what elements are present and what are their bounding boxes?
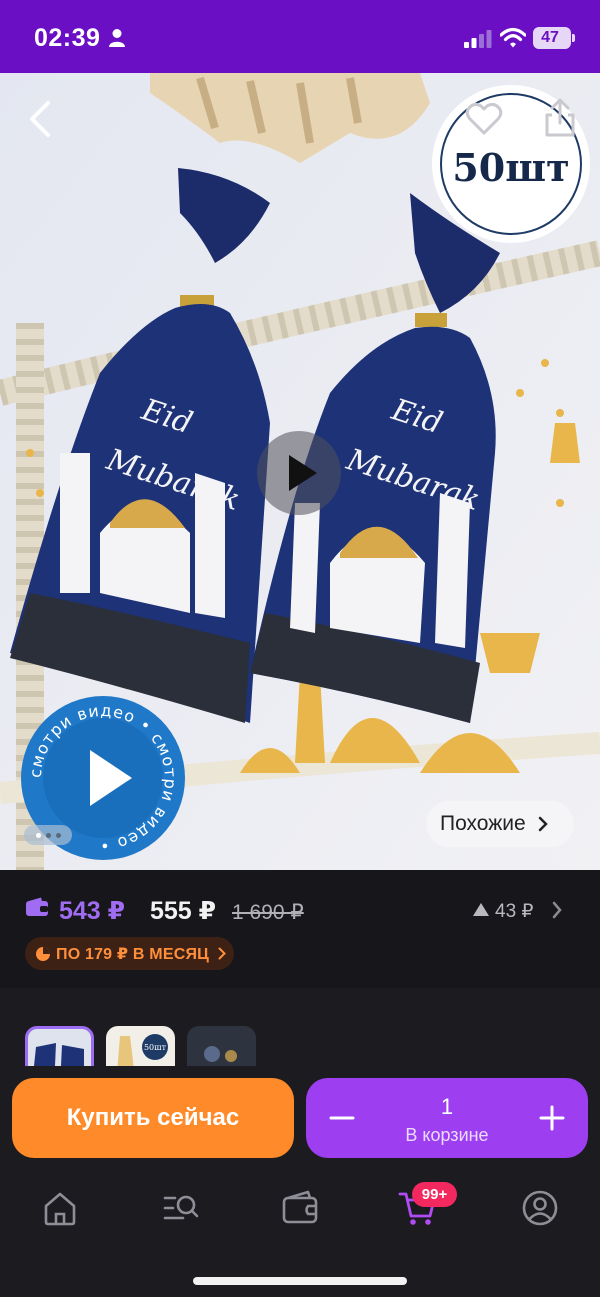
similar-products-button[interactable]: Похожие <box>426 801 574 847</box>
cart-count-badge: 99+ <box>412 1182 457 1207</box>
chevron-right-icon <box>218 947 226 960</box>
share-icon[interactable] <box>540 97 580 139</box>
chevron-right-icon[interactable] <box>552 901 562 919</box>
wallet-icon[interactable] <box>280 1188 320 1228</box>
catalog-search-icon[interactable] <box>161 1188 201 1228</box>
wallet-icon <box>26 897 48 916</box>
regular-price: 555 ₽ <box>150 897 217 925</box>
gallery-dot <box>55 832 61 838</box>
battery-indicator: 47 <box>533 27 575 49</box>
product-screen: 02:39 47 Eid Mubarak Eid Mubarak 50шт см… <box>0 0 600 1297</box>
home-icon[interactable] <box>40 1188 80 1228</box>
price-panel[interactable]: 543 ₽ 555 ₽ 1 690 ₽ 43 ₽ ПО 179 ₽ В МЕСЯ… <box>0 870 600 988</box>
price-up-icon <box>473 903 489 916</box>
cart-quantity-stepper[interactable]: 1 В корзине <box>306 1078 588 1158</box>
installment-label: ПО 179 ₽ В МЕСЯЦ <box>56 945 210 963</box>
gallery-pagination <box>24 825 72 845</box>
variant-thumbnails: 50шт <box>25 1026 256 1066</box>
buy-now-button[interactable]: Купить сейчас <box>12 1078 294 1158</box>
battery-level: 47 <box>541 29 559 46</box>
cellular-signal-icon <box>464 30 492 48</box>
purchase-sheet: 50шт Купить сейчас 1 В корзине <box>0 1000 600 1297</box>
profile-icon[interactable] <box>520 1188 560 1228</box>
chevron-right-icon <box>538 816 548 832</box>
bottom-navigation: 99+ <box>0 1170 600 1250</box>
price-change: 43 ₽ <box>495 901 534 922</box>
variant-quantity-badge: 50шт <box>142 1034 168 1060</box>
status-time: 02:39 <box>34 24 101 52</box>
wallet-price: 543 ₽ <box>59 897 126 925</box>
old-price: 1 690 ₽ <box>232 901 304 924</box>
buy-now-label: Купить сейчас <box>66 1104 240 1131</box>
pie-chart-icon <box>36 946 50 961</box>
quantity-badge-text: 50шт <box>452 144 570 190</box>
variant-photo <box>204 1046 237 1062</box>
back-button[interactable] <box>20 97 60 141</box>
play-video-icon[interactable] <box>257 431 341 515</box>
variant-thumbnail-selected[interactable] <box>25 1026 94 1066</box>
gallery-dot-active <box>35 832 41 838</box>
home-indicator <box>193 1277 407 1285</box>
variant-photo <box>28 1029 91 1066</box>
installment-button[interactable]: ПО 179 ₽ В МЕСЯЦ <box>25 937 234 970</box>
gallery-dot <box>45 832 51 838</box>
status-bar: 02:39 47 <box>0 0 600 73</box>
plus-icon[interactable] <box>538 1104 566 1132</box>
wifi-icon <box>500 27 526 48</box>
variant-thumbnail[interactable] <box>187 1026 256 1066</box>
favorite-heart-icon[interactable] <box>464 99 504 139</box>
product-gallery[interactable]: Eid Mubarak Eid Mubarak 50шт смотри виде… <box>0 73 600 870</box>
person-icon <box>109 29 125 47</box>
variant-thumbnail[interactable]: 50шт <box>106 1026 175 1066</box>
similar-label: Похожие <box>440 812 526 835</box>
